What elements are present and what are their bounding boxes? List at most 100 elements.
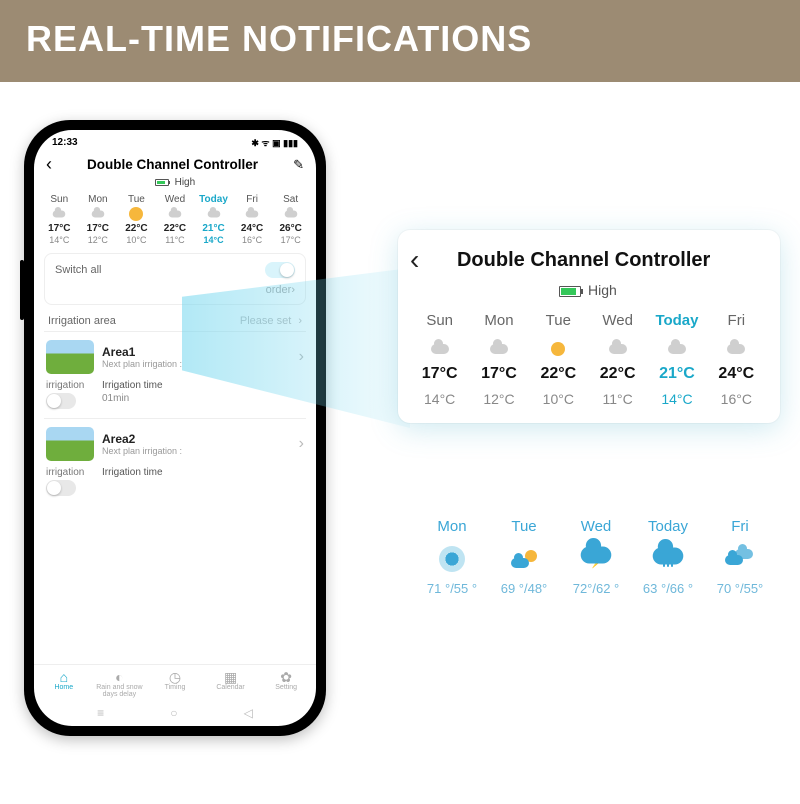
zoom-battery: High [410, 282, 766, 298]
battery-icon [155, 179, 169, 186]
tab-home[interactable]: ⌂Home [36, 670, 92, 698]
nav-recents-icon[interactable]: ≡ [97, 706, 104, 720]
irrigation-area-row[interactable]: Irrigation area Please set › [34, 305, 316, 331]
day-label: Sun [410, 312, 469, 329]
forecast-day[interactable]: Sat 26°C 17°C [272, 194, 308, 245]
nav-back-icon[interactable]: ◁ [244, 706, 253, 720]
weather-icon [195, 207, 231, 221]
temp-low: 16°C [234, 235, 270, 245]
forecast-day[interactable]: Mon 17°C 12°C [80, 194, 116, 245]
day-label: Sat [272, 194, 308, 205]
tab-icon: ▦ [203, 670, 259, 684]
forecast-day[interactable]: Sun 17°C 14°C [41, 194, 77, 245]
temp-low: 11°C [588, 391, 647, 407]
day-label: Wed [588, 312, 647, 329]
tab-setting[interactable]: ✿Setting [258, 670, 314, 698]
temp-high: 22°C [588, 365, 647, 383]
area-col2-label: Irrigation time [102, 467, 304, 478]
weather-icon [529, 337, 588, 361]
tab-icon: ◷ [147, 670, 203, 684]
temp-low: 10°C [529, 391, 588, 407]
switch-all-toggle[interactable] [265, 262, 295, 278]
tab-label: Home [36, 684, 92, 691]
area-thumbnail [46, 427, 94, 461]
forecast-row: Sun 17°C 14°CMon 17°C 12°CTue 22°C 10°CW… [34, 188, 316, 245]
weather-icon [488, 541, 560, 577]
nav-home-icon[interactable]: ○ [170, 706, 177, 720]
chevron-right-icon: › [291, 284, 295, 296]
weather-icon [41, 207, 77, 221]
forecast-day[interactable]: Today 21°C 14°C [195, 194, 231, 245]
tab-bar: ⌂Home◐Rain and snow days delay◷Timing▦Ca… [34, 664, 316, 702]
irrigation-area-value: Please set [240, 315, 291, 327]
forecast-day[interactable]: Wed 22°C 11°C [157, 194, 193, 245]
tab-label: Calendar [203, 684, 259, 691]
day-label: Mon [416, 518, 488, 535]
temp-high: 22°C [157, 223, 193, 234]
day-label: Today [195, 194, 231, 205]
area-toggle[interactable] [46, 393, 76, 409]
blue-forecast-day: Fri 70 °/55° [704, 518, 776, 596]
weather-icon [157, 207, 193, 221]
temp-range: 70 °/55° [704, 581, 776, 596]
zoom-day[interactable]: Mon 17°C 12°C [469, 312, 528, 407]
temp-range: 72°/62 ° [560, 581, 632, 596]
phone-frame: 12:33 ✱ ᯤ ▣ ▮▮▮ ‹ Double Channel Control… [24, 120, 326, 736]
back-icon[interactable]: ‹ [46, 154, 52, 175]
tab-rain-and-snow-days-delay[interactable]: ◐Rain and snow days delay [92, 670, 148, 698]
tab-label: Rain and snow days delay [92, 684, 148, 698]
page-title: Double Channel Controller [87, 157, 258, 172]
forecast-day[interactable]: Tue 22°C 10°C [118, 194, 154, 245]
blue-forecast-day: Tue 69 °/48° [488, 518, 560, 596]
clock: 12:33 [52, 137, 78, 148]
area-item[interactable]: Area1 Next plan irrigation : › irrigatio… [44, 331, 306, 418]
forecast-day[interactable]: Fri 24°C 16°C [234, 194, 270, 245]
day-label: Tue [529, 312, 588, 329]
weather-icon [272, 207, 308, 221]
order-label[interactable]: order [266, 284, 292, 296]
temp-range: 63 °/66 ° [632, 581, 704, 596]
day-label: Wed [157, 194, 193, 205]
android-nav: ≡ ○ ◁ [34, 702, 316, 726]
area-sub: Next plan irrigation : [102, 359, 299, 369]
temp-high: 17°C [410, 365, 469, 383]
tab-timing[interactable]: ◷Timing [147, 670, 203, 698]
chevron-right-icon: › [299, 435, 304, 453]
zoom-day[interactable]: Wed 22°C 11°C [588, 312, 647, 407]
tab-icon: ⌂ [36, 670, 92, 684]
temp-low: 12°C [80, 235, 116, 245]
zoom-forecast-row: Sun 17°C 14°CMon 17°C 12°CTue 22°C 10°CW… [410, 312, 766, 407]
zoom-day[interactable]: Sun 17°C 14°C [410, 312, 469, 407]
weather-icon [632, 541, 704, 577]
day-label: Sun [41, 194, 77, 205]
temp-low: 10°C [118, 235, 154, 245]
edit-icon[interactable]: ✎ [293, 157, 304, 173]
tab-label: Setting [258, 684, 314, 691]
area-item[interactable]: Area2 Next plan irrigation : › irrigatio… [44, 418, 306, 505]
tab-icon: ✿ [258, 670, 314, 684]
area-name: Area2 [102, 432, 299, 446]
day-label: Fri [704, 518, 776, 535]
zoom-day[interactable]: Tue 22°C 10°C [529, 312, 588, 407]
chevron-right-icon: › [299, 348, 304, 366]
temp-range: 71 °/55 ° [416, 581, 488, 596]
zoom-day[interactable]: Today 21°C 14°C [647, 312, 706, 407]
blue-forecast-day: Mon 71 °/55 ° [416, 518, 488, 596]
temp-low: 17°C [272, 235, 308, 245]
day-label: Today [647, 312, 706, 329]
area-name: Area1 [102, 345, 299, 359]
area-list: Area1 Next plan irrigation : › irrigatio… [34, 331, 316, 505]
blue-forecast-day: Wed ⚡ 72°/62 ° [560, 518, 632, 596]
tab-calendar[interactable]: ▦Calendar [203, 670, 259, 698]
day-label: Fri [707, 312, 766, 329]
zoom-day[interactable]: Fri 24°C 16°C [707, 312, 766, 407]
zoom-panel: ‹ Double Channel Controller High Sun 17°… [398, 230, 780, 423]
area-time: 01min [102, 393, 304, 404]
temp-low: 12°C [469, 391, 528, 407]
weather-icon [469, 337, 528, 361]
zoom-battery-label: High [588, 282, 617, 298]
area-toggle[interactable] [46, 480, 76, 496]
banner: REAL-TIME NOTIFICATIONS [0, 0, 800, 82]
chevron-right-icon: › [298, 315, 302, 327]
tab-label: Timing [147, 684, 203, 691]
